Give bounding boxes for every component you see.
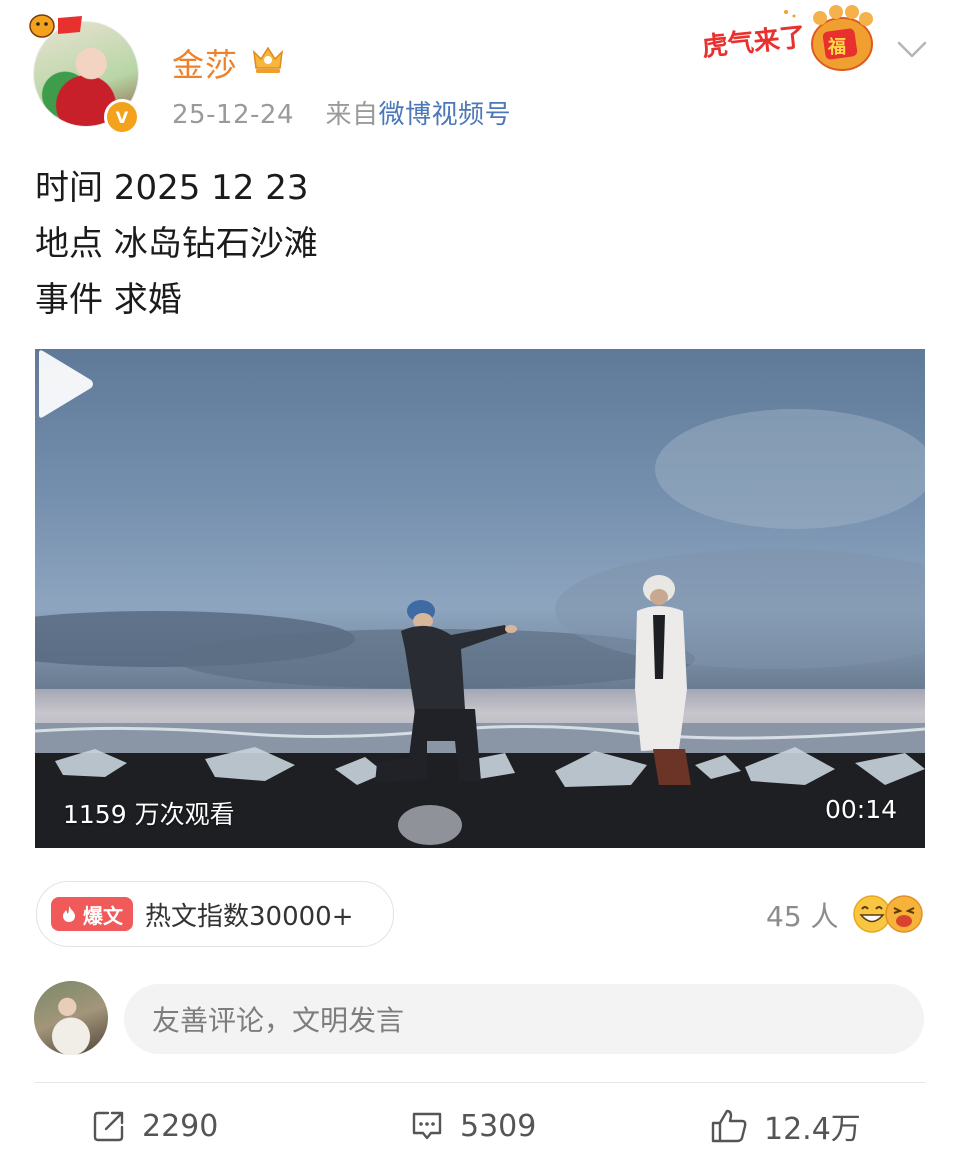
comment-placeholder: 友善评论，文明发言 — [152, 1004, 405, 1037]
hot-index-pill[interactable]: 爆文 热文指数30000+ — [36, 881, 394, 947]
share-icon — [93, 1111, 124, 1142]
comment-button[interactable]: 5309 — [410, 1104, 536, 1148]
hot-index-text: 热文指数30000+ — [145, 901, 354, 932]
verified-badge-icon: V — [104, 99, 140, 135]
post-source-link[interactable]: 微博视频号 — [379, 100, 512, 130]
hot-tag: 爆文 — [51, 897, 133, 931]
comment-icon — [412, 1112, 442, 1140]
hot-tag-label: 爆文 — [83, 903, 123, 928]
post-source-prefix: 来自 — [325, 100, 379, 130]
play-icon[interactable] — [35, 349, 95, 419]
tiger-avatar-frame-icon — [29, 14, 82, 38]
post-line-event: 事件 求婚 — [35, 280, 182, 320]
author-name[interactable]: 金莎 — [172, 40, 238, 86]
fu-badge-text: 福 — [827, 36, 846, 57]
repost-count: 2290 — [142, 1108, 219, 1144]
chevron-down-icon[interactable] — [896, 38, 928, 60]
divider — [35, 1082, 925, 1083]
flame-icon — [63, 906, 75, 922]
video-duration: 00:14 — [824, 795, 897, 824]
tiger-festival-badge-icon: 虎气来了 福 — [700, 5, 873, 71]
comment-count: 5309 — [460, 1108, 537, 1144]
grinning-emoji-icon — [885, 895, 923, 933]
comment-input[interactable]: 友善评论，文明发言 — [124, 984, 924, 1054]
post-date: 25-12-24 — [172, 100, 295, 130]
post-meta: 25-12-24 来自微博视频号 — [172, 94, 511, 131]
post-line-time: 时间 2025 12 23 — [35, 168, 309, 208]
like-button[interactable]: 12.4万 — [710, 1104, 861, 1148]
post-body: 时间 2025 12 23 地点 冰岛钻石沙滩 事件 求婚 — [35, 160, 318, 328]
video-player[interactable]: 1159 万次观看 00:14 — [35, 349, 925, 848]
like-count: 12.4万 — [764, 1112, 861, 1147]
reaction-count[interactable]: 45 人 — [766, 895, 839, 935]
repost-button[interactable]: 2290 — [92, 1104, 218, 1148]
video-frame-scene — [35, 409, 925, 848]
thumbs-up-icon — [711, 1109, 747, 1143]
post-line-place: 地点 冰岛钻石沙滩 — [35, 224, 318, 264]
video-view-count: 1159 万次观看 — [63, 800, 235, 829]
tiger-badge-text: 虎气来了 — [700, 21, 807, 62]
crown-vip-icon[interactable] — [250, 42, 286, 76]
my-avatar[interactable] — [34, 981, 108, 1055]
